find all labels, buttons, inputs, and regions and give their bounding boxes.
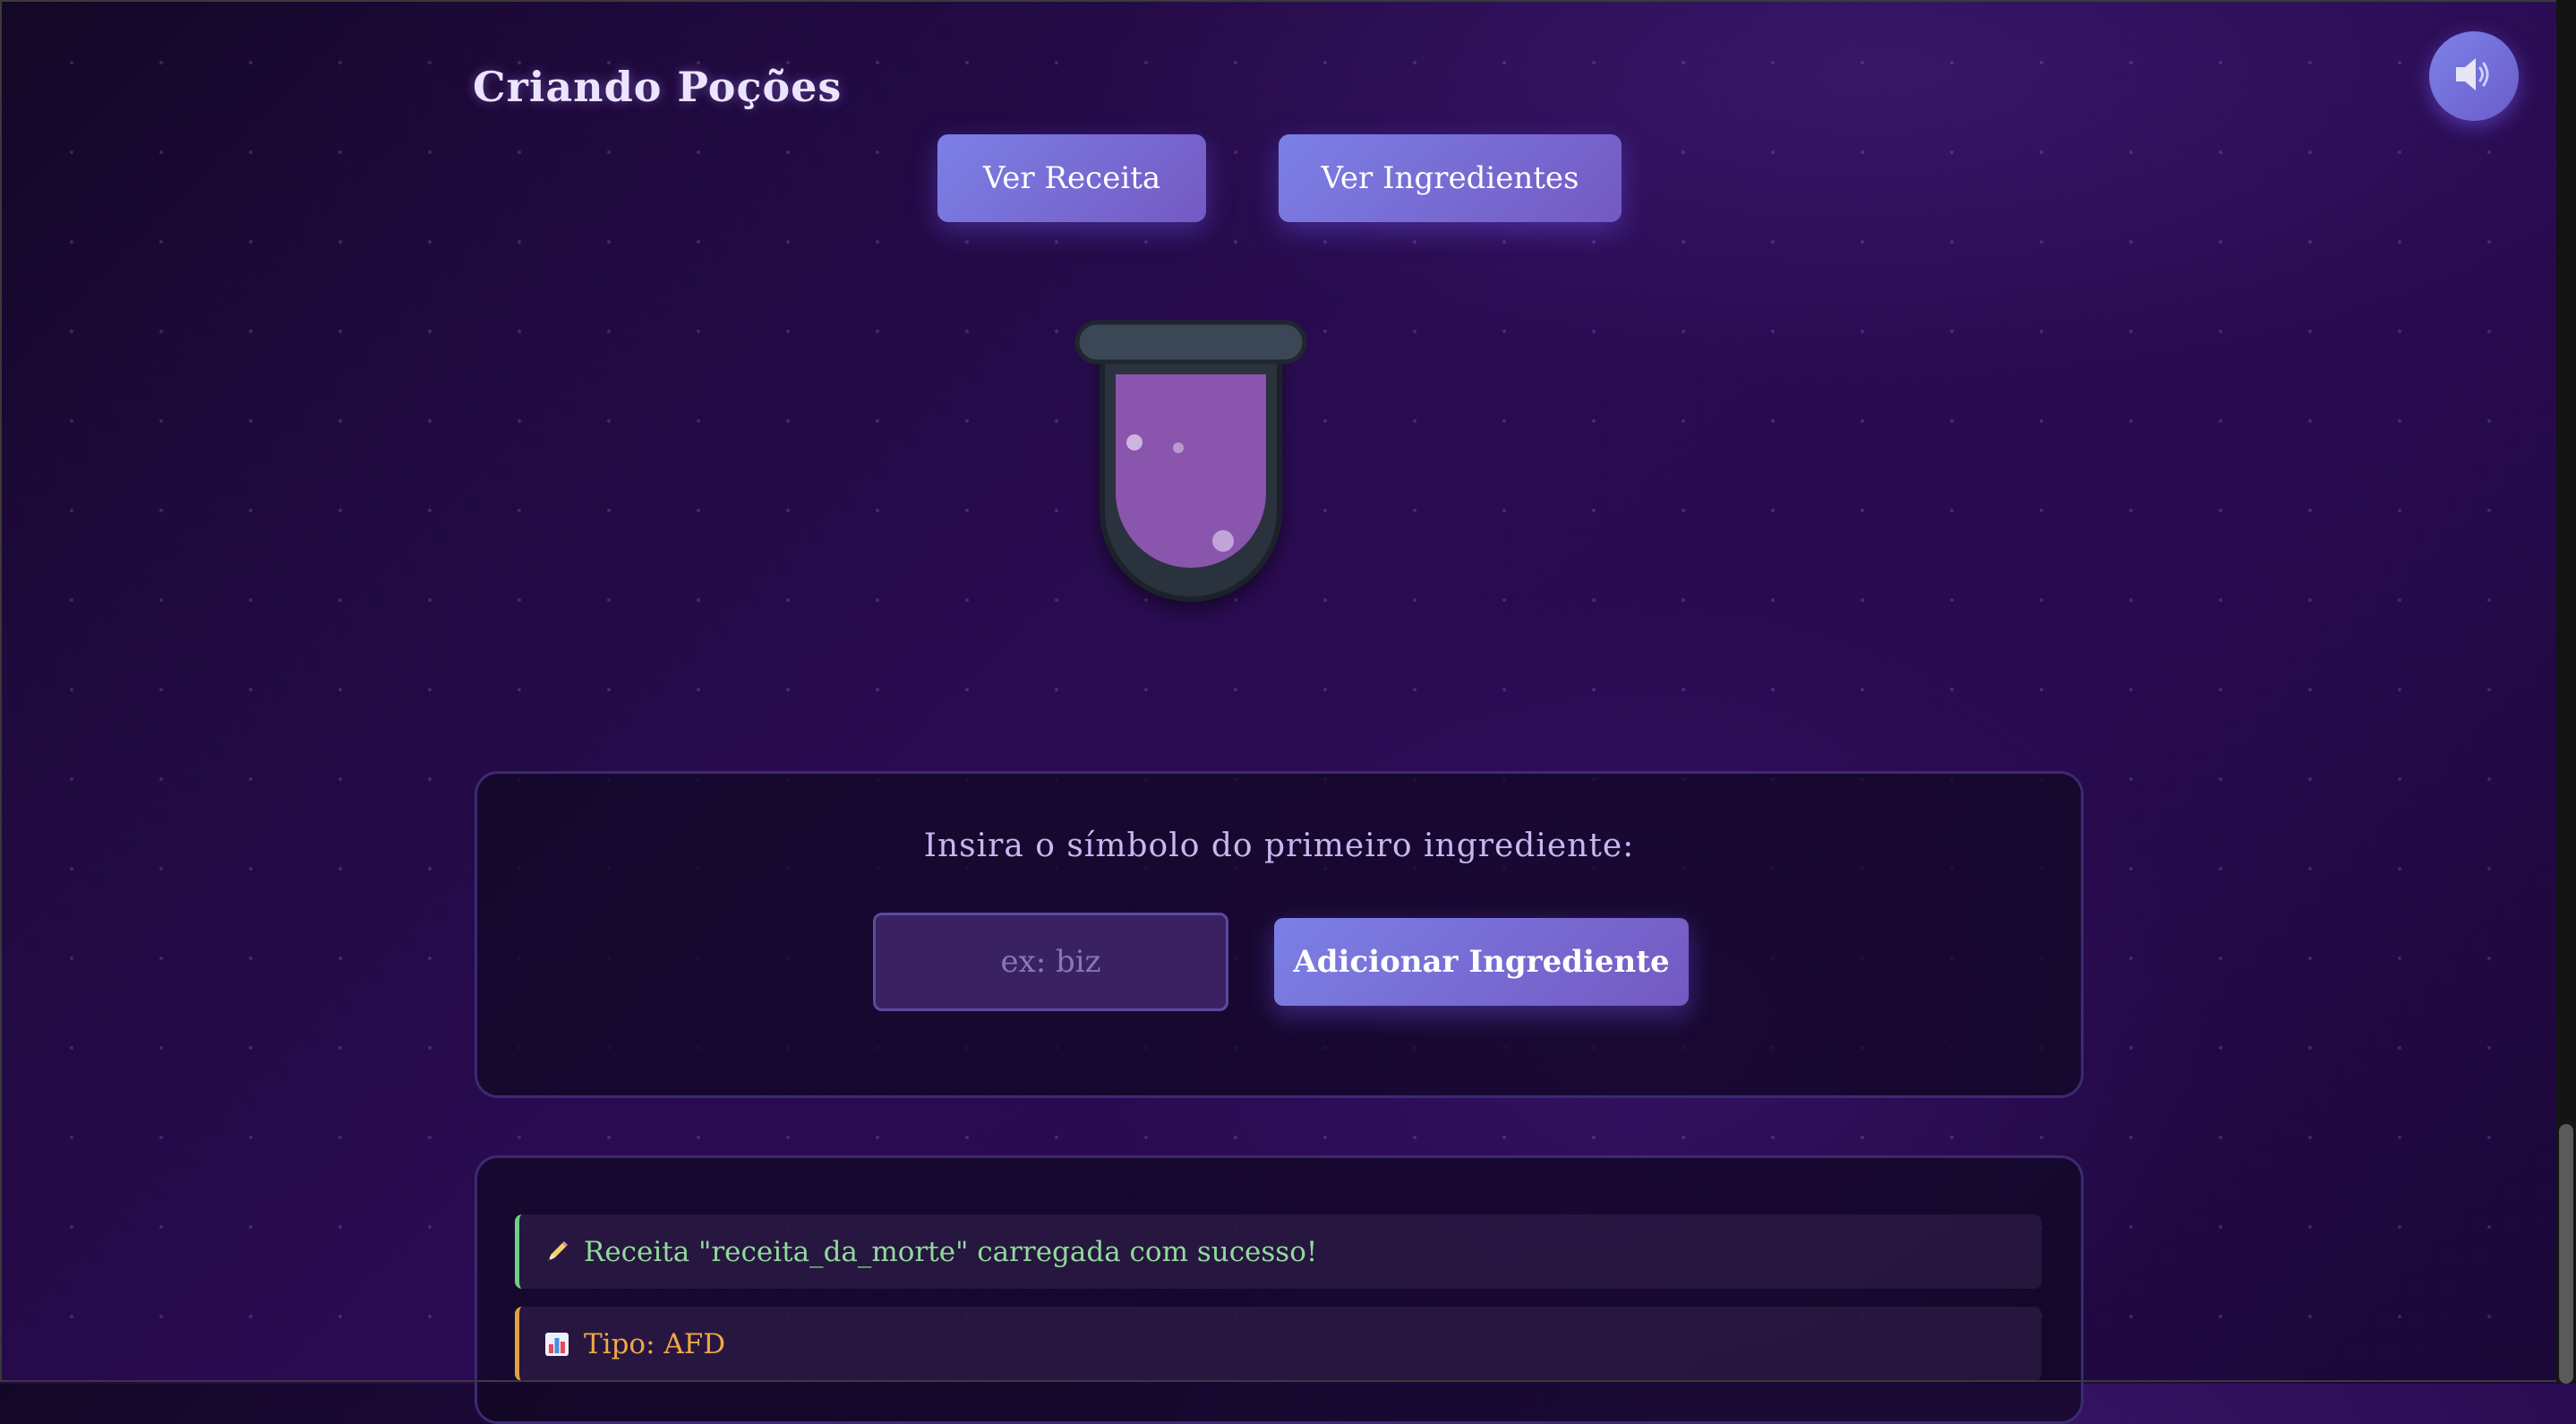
log-entry-text: Tipo: AFD [584,1327,726,1360]
ingredient-symbol-input[interactable] [873,913,1228,1011]
scrollbar[interactable] [2556,0,2576,1384]
cauldron-icon [1074,320,1307,602]
sound-toggle-button[interactable] [2429,31,2519,121]
log-entry: Tipo: AFD [515,1307,2041,1381]
ingredient-prompt: Insira o símbolo do primeiro ingrediente… [923,828,1635,864]
view-ingredients-button[interactable]: Ver Ingredientes [1279,134,1622,222]
log-entry-text: Receita "receita_da_morte" carregada com… [584,1235,1318,1268]
log-panel: Receita "receita_da_morte" carregada com… [475,1155,2084,1424]
scrollbar-thumb[interactable] [2559,1124,2573,1384]
page-title: Criando Poções [473,63,843,111]
pencil-icon [543,1238,571,1266]
log-entry: Receita "receita_da_morte" carregada com… [515,1214,2041,1289]
add-ingredient-button[interactable]: Adicionar Ingrediente [1274,918,1689,1006]
ingredient-input-panel: Insira o símbolo do primeiro ingrediente… [475,771,2084,1098]
speaker-icon [2452,55,2495,98]
view-recipe-button[interactable]: Ver Receita [937,134,1206,222]
bar-chart-icon [543,1330,571,1359]
cauldron [1070,313,1312,690]
